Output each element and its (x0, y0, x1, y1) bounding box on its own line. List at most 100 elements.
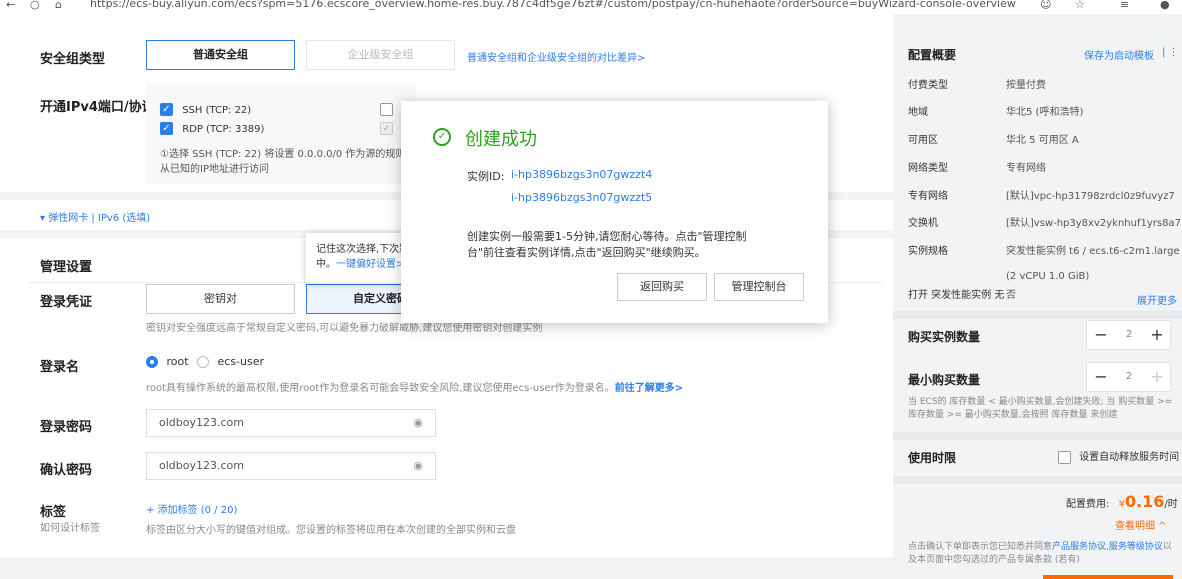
instance-link-2[interactable]: i-hp3896bzgs3n07gwzzt5 (511, 191, 652, 204)
rdp-option[interactable]: ✓ RDP (TCP: 3389) (160, 122, 264, 135)
password-label: 登录密码 (40, 420, 93, 435)
minus-icon[interactable]: − (1087, 321, 1115, 349)
view-detail-link[interactable]: 查看明细 ^ (1115, 517, 1167, 532)
preference-link[interactable]: 一键偏好设置> (336, 259, 404, 270)
burst-label: 打开 突发性能实例 无性能约束模式 (908, 290, 1005, 299)
fee-value: 0.16 (1124, 492, 1165, 511)
emoji-icon[interactable]: ☺ (1040, 0, 1051, 10)
eni-label: 弹性网卡 | IPv6 (选填) (48, 213, 151, 224)
ports-note: ①选择 SSH (TCP: 22) 将设置 0.0.0.0/0 作为源的规则, … (160, 147, 405, 177)
ssh-option[interactable]: ✓ SSH (TCP: 22) (160, 103, 251, 116)
success-check-icon: ✓ (433, 128, 451, 146)
back-icon[interactable]: ← (6, 0, 15, 10)
auto-release-label: 设置自动释放服务时间 (1079, 452, 1180, 463)
summary-row-value: [默认]vpc-hp31798zrdcl0z9fuvyz7 (1006, 191, 1175, 202)
ssh-label: SSH (TCP: 22) (182, 104, 252, 116)
rdp-checkbox[interactable]: ✓ (160, 122, 173, 135)
min-qty-hint: 当 ECS的 库存数量 < 最小购买数量,会创建失败; 当 购买数量 >= 库存… (908, 397, 1173, 420)
summary-row-key: 可用区 (908, 135, 938, 146)
console-button[interactable]: 管理控制台 (714, 273, 804, 301)
agreement-text: 点击确认下单即表示您已知悉并同意产品服务协议,服务等级协议以及本页面中您勾选过的… (908, 542, 1172, 565)
login-hint: root具有操作系统的最高权限,使用root作为登录名可能会导致安全风险,建议您… (146, 379, 683, 394)
credential-label: 登录凭证 (40, 295, 93, 310)
ecs-user-option[interactable]: ecs-user (197, 355, 264, 368)
port-checkbox-extra[interactable] (380, 103, 393, 116)
summary-row-value: 按量付费 (1006, 80, 1046, 91)
save-template-link[interactable]: 保存为启动模板 (1084, 47, 1154, 62)
password-value: oldboy123.com (159, 416, 244, 429)
profile-icon[interactable]: ● (1160, 0, 1170, 10)
ssh-checkbox[interactable]: ✓ (160, 103, 173, 116)
back-to-purchase-button[interactable]: 返回购买 (617, 273, 707, 301)
root-label: root (166, 355, 189, 368)
minus-icon[interactable]: − (1087, 363, 1115, 391)
instance-link-1[interactable]: i-hp3896bzgs3n07gwzzt4 (511, 168, 652, 181)
summary-row-key: 实例规格 (908, 246, 948, 257)
eye-icon[interactable]: ◉ (413, 453, 423, 479)
summary-row-value: 华北 5 可用区 A (1006, 135, 1079, 146)
instance-id-label: 实例ID: (467, 170, 505, 183)
summary-row-key: 专有网络 (908, 191, 948, 202)
service-agreement-link[interactable]: 产品服务协议 (1052, 542, 1106, 552)
compare-link[interactable]: 普通安全组和企业级安全组的对比差异> (467, 49, 645, 64)
more-menu-icon[interactable]: | ⋮ (1162, 47, 1179, 58)
learn-more-link[interactable]: 前往了解更多> (615, 383, 683, 394)
tooltip-line2: 中。一键偏好设置> (316, 257, 404, 272)
password-input[interactable]: oldboy123.com ◉ (146, 409, 436, 437)
sla-link[interactable]: 服务等级协议 (1109, 542, 1163, 552)
root-radio[interactable] (146, 356, 158, 368)
add-tag-button[interactable]: + 添加标签 (0 / 20) (146, 501, 237, 516)
confirm-order-button[interactable] (1043, 575, 1173, 579)
summary-row-value: [默认]vsw-hp3y8xv2yknhuf1yrs8a7 (1006, 218, 1181, 229)
confirm-password-label: 确认密码 (40, 463, 93, 478)
plus-icon: + (1150, 367, 1164, 386)
divider (893, 432, 1182, 440)
burst-value: 否 (1006, 290, 1016, 301)
summary-row-key: 交换机 (908, 218, 938, 229)
config-summary-panel: 配置概要 保存为启动模板 | ⋮ 付费类型 按量付费 地域 华北5 (呼和浩特) 可用区… (893, 14, 1182, 579)
home-icon[interactable]: ⌂ (55, 0, 62, 10)
expand-more-link[interactable]: 展开更多 (1137, 292, 1177, 307)
root-option[interactable]: root (146, 355, 189, 368)
fee-row: 配置费用: ¥0.16/时 (1066, 492, 1178, 511)
summary-row-value: 专有网络 (1006, 163, 1046, 174)
fee-unit: /时 (1164, 499, 1178, 510)
auto-release-checkbox[interactable] (1058, 450, 1071, 464)
tag-hint: 标签由区分大小写的键值对组成。您设置的标签将应用在本次创建的全部实例和云盘 (146, 525, 516, 536)
port-checkbox-disabled: ✓ (380, 122, 393, 135)
ports-note-line2: 从已知的IP地址进行访问 (160, 164, 269, 175)
summary-row-key: 付费类型 (908, 80, 948, 91)
eye-icon[interactable]: ◉ (413, 410, 423, 436)
ports-note-line1: ①选择 SSH (TCP: 22) 将设置 0.0.0.0/0 作为源的规则, (160, 149, 405, 160)
ports-label: 开通IPv4端口/协议 (40, 100, 155, 115)
ecs-user-radio[interactable] (197, 356, 209, 368)
collections-icon[interactable]: ≡ (1120, 0, 1129, 10)
normal-security-group-button[interactable]: 普通安全组 (146, 40, 295, 70)
security-group-label: 安全组类型 (40, 52, 106, 67)
address-bar[interactable]: https://ecs-buy.aliyun.com/ecs?spm=5176.… (90, 0, 1016, 10)
keypair-button[interactable]: 密钥对 (146, 284, 295, 314)
summary-row-key: 地域 (908, 107, 928, 118)
login-name-label: 登录名 (40, 360, 80, 375)
auto-release-option[interactable]: 设置自动释放服务时间 (1058, 448, 1179, 464)
eni-toggle[interactable]: ▾ 弹性网卡 | IPv6 (选填) (40, 209, 150, 224)
login-hint-text: root具有操作系统的最高权限,使用root作为登录名可能会导致安全风险,建议您… (146, 383, 615, 394)
summary-row-value: 华北5 (呼和浩特) (1006, 107, 1084, 118)
favorite-icon[interactable]: ☆ (1075, 0, 1085, 10)
divider (0, 557, 893, 579)
ecs-user-label: ecs-user (217, 355, 265, 368)
dialog-message-line1: 创建实例一般需要1-5分钟,请您耐心等待。点击"管理控制 (467, 230, 747, 243)
fee-label: 配置费用: (1066, 499, 1110, 510)
browser-toolbar: ← ○ ⌂ https://ecs-buy.aliyun.com/ecs?spm… (0, 0, 1182, 15)
confirm-password-input[interactable]: oldboy123.com ◉ (146, 452, 436, 480)
dialog-message: 创建实例一般需要1-5分钟,请您耐心等待。点击"管理控制 台"前往查看实例详情,… (467, 229, 747, 261)
min-qty-stepper[interactable]: − 2 + (1086, 362, 1171, 392)
dialog-message-line2: 台"前往查看实例详情,点击"返回购买"继续购买。 (467, 246, 706, 259)
dialog-title: 创建成功 (465, 129, 537, 150)
plus-icon[interactable]: + (1143, 321, 1171, 349)
tag-help-link[interactable]: 如何设计标签 (40, 519, 100, 534)
refresh-icon[interactable]: ○ (30, 0, 40, 10)
qty-stepper[interactable]: − 2 + (1086, 320, 1171, 350)
divider (893, 476, 1182, 484)
enterprise-security-group-button[interactable]: 企业级安全组 (306, 40, 455, 70)
